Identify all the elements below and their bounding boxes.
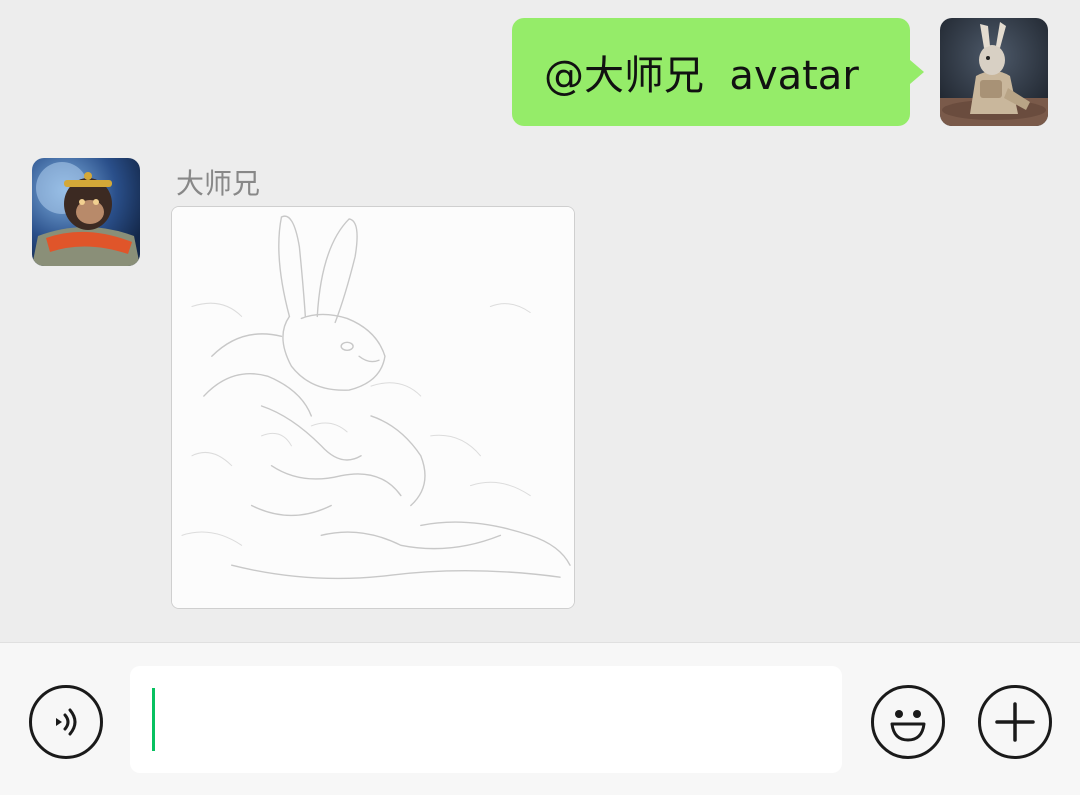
more-button[interactable] — [978, 685, 1052, 759]
voice-icon — [56, 708, 77, 736]
sender-name: 大师兄 — [176, 167, 261, 200]
sketch-image — [172, 207, 574, 608]
text-caret — [152, 688, 155, 751]
emoji-button[interactable] — [871, 685, 945, 759]
chat-window: @大师兄 avatar 大师兄 — [0, 0, 1080, 795]
message-input[interactable] — [130, 666, 842, 773]
incoming-image-message[interactable] — [171, 206, 575, 609]
rabbit-astronaut-avatar-image — [940, 18, 1048, 126]
outgoing-message-bubble[interactable]: @大师兄 avatar — [512, 18, 924, 126]
emoji-icon — [890, 710, 926, 742]
outgoing-message-text: @大师兄 avatar — [544, 53, 859, 99]
monkey-king-avatar-image — [32, 158, 140, 266]
message-list[interactable]: @大师兄 avatar 大师兄 — [0, 0, 1080, 642]
bubble-tail — [910, 60, 924, 84]
self-avatar[interactable] — [940, 18, 1048, 126]
plus-icon — [995, 702, 1035, 742]
contact-avatar[interactable] — [32, 158, 140, 266]
message-input-bar — [0, 642, 1080, 795]
voice-button[interactable] — [29, 685, 103, 759]
